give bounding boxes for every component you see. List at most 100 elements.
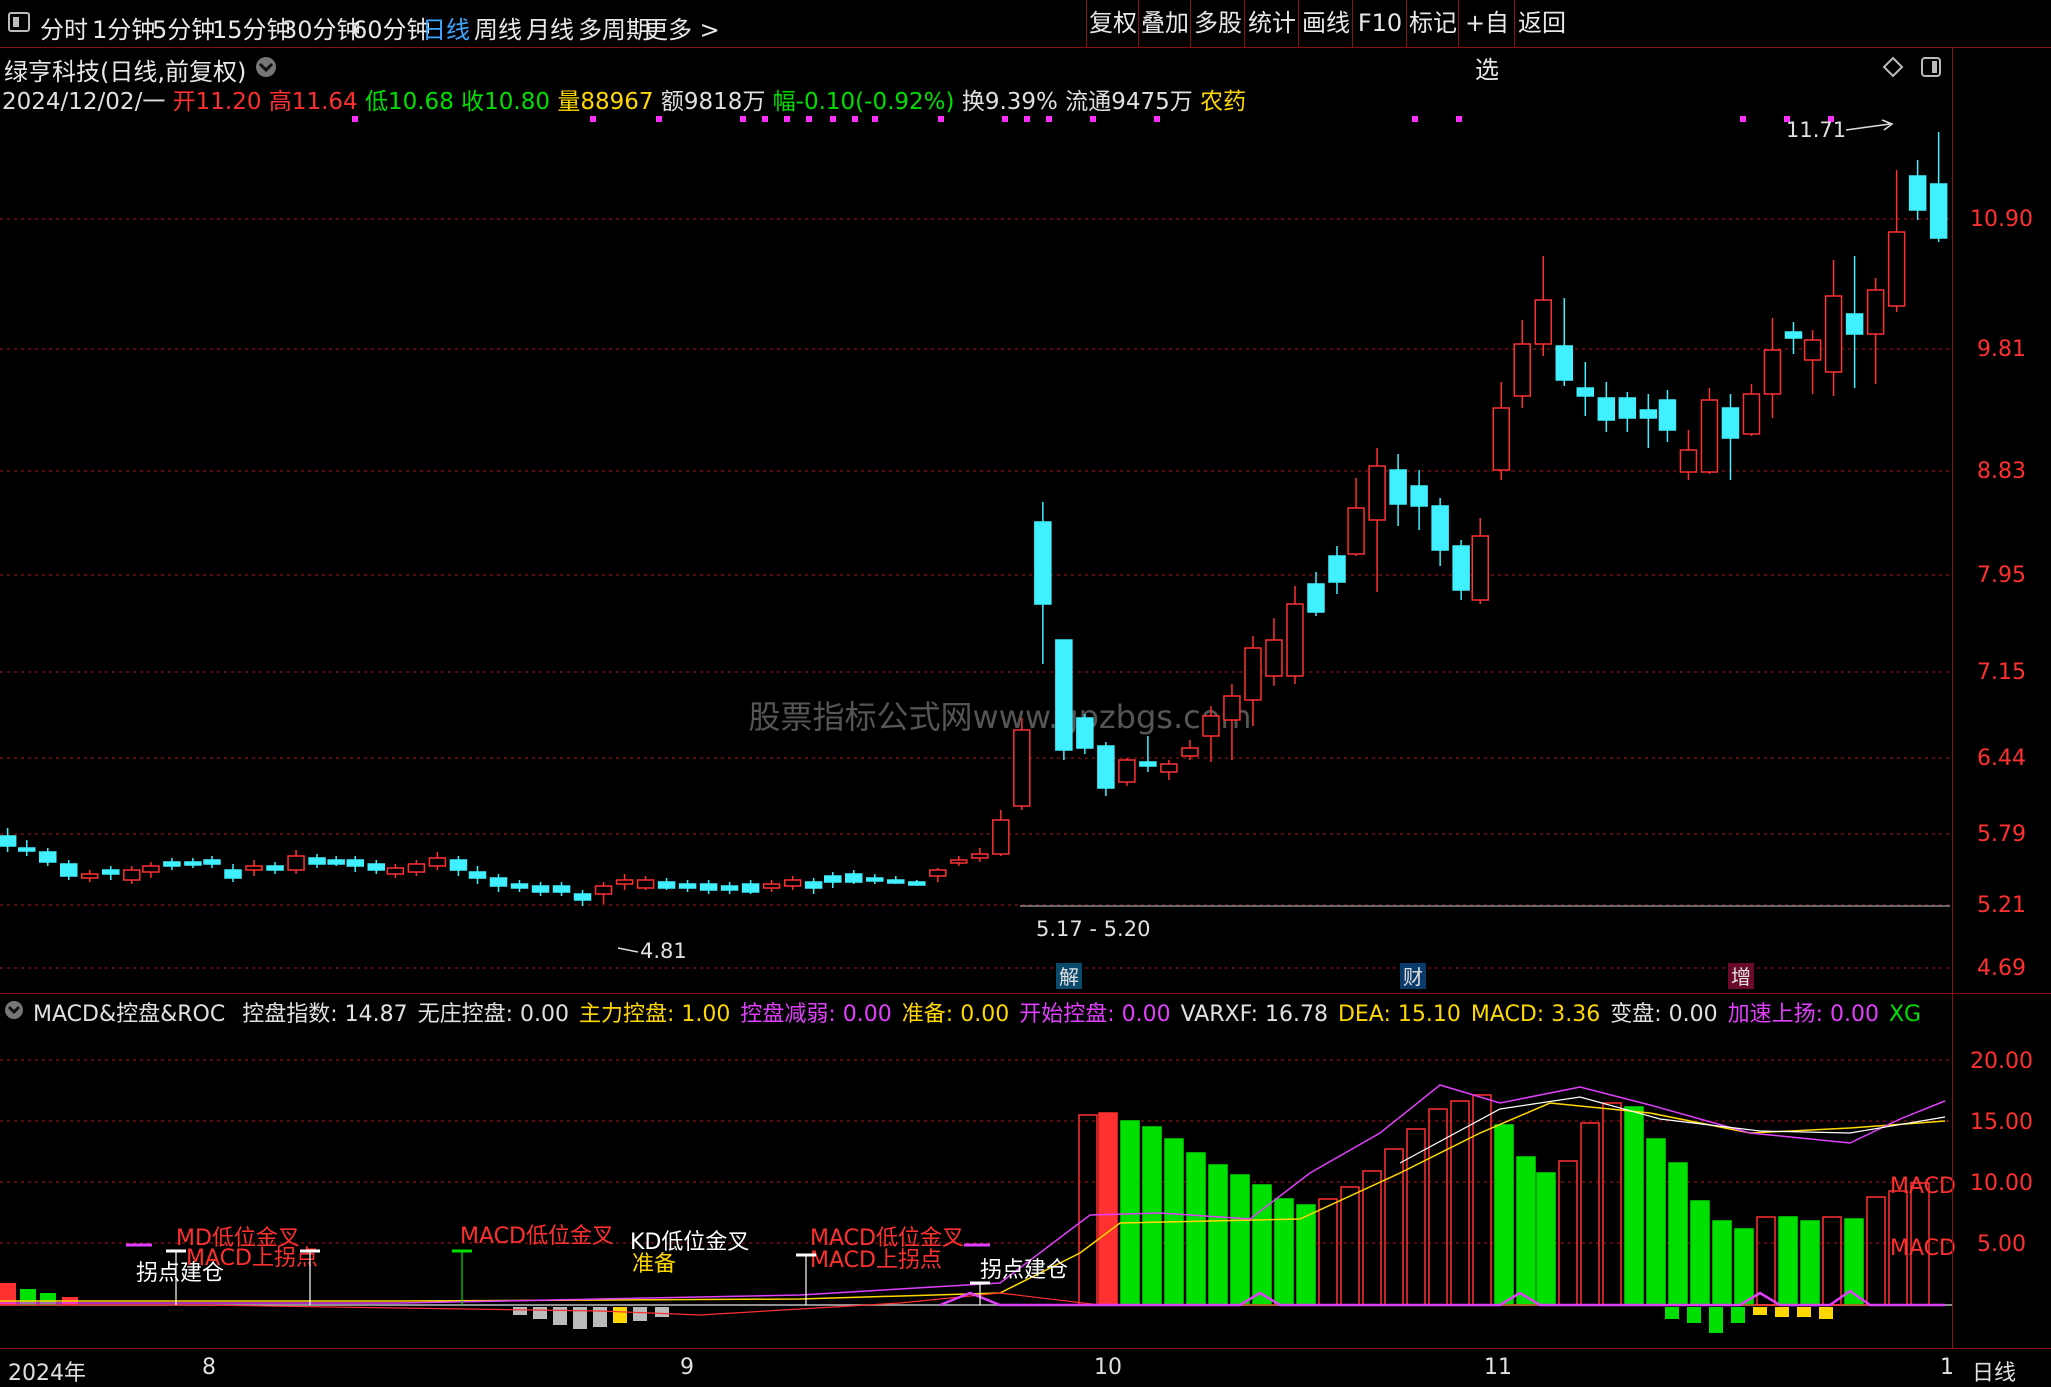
candle-body-69 bbox=[1431, 505, 1449, 551]
candle-body-54 bbox=[1118, 759, 1136, 783]
candle-body-57 bbox=[1181, 747, 1199, 757]
ind-bar-10 bbox=[1296, 1204, 1316, 1306]
candle-body-91 bbox=[1887, 231, 1906, 307]
ind-bar-26 bbox=[1646, 1138, 1666, 1306]
back-button[interactable]: 返回 bbox=[1514, 0, 1569, 47]
signal-label-2: MACD上拐点 bbox=[186, 1246, 318, 1271]
signal-dot-4 bbox=[762, 116, 768, 122]
signal-label-5: 准备 bbox=[632, 1252, 676, 1277]
candle-body-64 bbox=[1328, 555, 1346, 583]
candle-body-2 bbox=[39, 851, 57, 863]
window-menu-icon[interactable] bbox=[8, 12, 30, 32]
candle-body-11 bbox=[224, 869, 242, 879]
candle-body-47 bbox=[971, 853, 989, 859]
period-tab-30min[interactable]: 30分钟 bbox=[282, 10, 361, 45]
candle-body-22 bbox=[449, 859, 468, 871]
candle-body-23 bbox=[468, 871, 487, 879]
signal-dot-11 bbox=[1002, 116, 1008, 122]
signal-dot-17 bbox=[1456, 116, 1462, 122]
price-tick-644: 6.44 bbox=[1977, 746, 2026, 771]
candle-body-60 bbox=[1244, 647, 1262, 701]
candle-body-74 bbox=[1534, 299, 1553, 345]
candle-body-76 bbox=[1576, 387, 1595, 397]
ind-bar-24 bbox=[1602, 1102, 1622, 1306]
ind-bar-1 bbox=[1098, 1112, 1118, 1306]
event-marker-zeng[interactable]: 增 bbox=[1731, 965, 1751, 989]
ind-bar-12 bbox=[1340, 1186, 1360, 1306]
ind-bar-19 bbox=[1494, 1124, 1514, 1306]
ind-bar-34 bbox=[1822, 1216, 1842, 1306]
signal-dot-0 bbox=[352, 116, 358, 122]
high-arrow-icon bbox=[1845, 123, 1891, 131]
price-tick-981: 9.81 bbox=[1977, 337, 2026, 362]
candle-body-68 bbox=[1410, 485, 1428, 507]
f10-button[interactable]: F10 bbox=[1352, 0, 1407, 47]
signal-dot-5 bbox=[784, 116, 790, 122]
candle-body-24 bbox=[489, 877, 508, 887]
ind-neg-bar-14 bbox=[1797, 1307, 1811, 1317]
ind-neg-bar-11 bbox=[1731, 1307, 1745, 1323]
event-marker-jie[interactable]: 解 bbox=[1059, 965, 1079, 989]
ind-neg-bar-13 bbox=[1775, 1307, 1789, 1317]
candle-body-1 bbox=[17, 847, 36, 852]
period-tab-1min[interactable]: 1分钟 bbox=[92, 10, 155, 45]
candle-body-85 bbox=[1763, 349, 1782, 395]
signal-dot-15 bbox=[1154, 116, 1160, 122]
ind-bar-30 bbox=[1734, 1228, 1754, 1306]
add-watchlist-button[interactable]: +自选 bbox=[1458, 0, 1515, 84]
period-tab-5min[interactable]: 5分钟 bbox=[152, 10, 215, 45]
draw-line-button[interactable]: 画线 bbox=[1298, 0, 1353, 47]
period-tab-fenshi[interactable]: 分时 bbox=[40, 10, 88, 45]
period-tab-more[interactable]: 更多 > bbox=[644, 10, 720, 45]
candle-body-59 bbox=[1223, 695, 1241, 721]
multi-stock-button[interactable]: 多股 bbox=[1190, 0, 1245, 47]
price-tick-1090: 10.90 bbox=[1970, 207, 2033, 232]
ind-bar-5 bbox=[1186, 1152, 1206, 1306]
x-label-nov: 11 bbox=[1484, 1355, 1512, 1380]
candle-body-25 bbox=[510, 883, 529, 889]
signal-dot-9 bbox=[872, 116, 878, 122]
candle-body-27 bbox=[552, 885, 571, 893]
range-annotation: 5.17 - 5.20 bbox=[1036, 917, 1150, 941]
macd-indicator-chart[interactable]: 拐点建仓MD低位金叉MACD上拐点MACD低位金叉 KD低位金叉准备MACD低位金… bbox=[0, 993, 2051, 1348]
candle-body-9 bbox=[184, 861, 202, 866]
candle-body-46 bbox=[950, 859, 968, 864]
candle-body-34 bbox=[699, 883, 718, 891]
candle-body-87 bbox=[1803, 339, 1822, 361]
candle-body-31 bbox=[636, 879, 655, 889]
candle-body-44 bbox=[908, 881, 926, 886]
candle-body-37 bbox=[762, 883, 781, 889]
ind-neg-bar-1 bbox=[533, 1307, 547, 1319]
ind-bar-0 bbox=[1078, 1114, 1098, 1306]
ind-neg-bar-12 bbox=[1753, 1307, 1767, 1315]
candle-body-41 bbox=[845, 873, 863, 883]
candle-body-50 bbox=[1034, 521, 1052, 605]
period-tab-monthly[interactable]: 月线 bbox=[526, 10, 574, 45]
ind-bar-8 bbox=[1252, 1184, 1272, 1306]
period-tab-15min[interactable]: 15分钟 bbox=[212, 10, 291, 45]
period-label[interactable]: 日线 bbox=[1972, 1355, 2016, 1387]
candle-body-88 bbox=[1824, 295, 1843, 373]
candle-body-62 bbox=[1286, 603, 1304, 677]
candle-body-32 bbox=[657, 881, 676, 889]
period-tab-weekly[interactable]: 周线 bbox=[474, 10, 522, 45]
candle-body-17 bbox=[346, 859, 365, 867]
period-tab-60min[interactable]: 60分钟 bbox=[352, 10, 431, 45]
period-tab-daily[interactable]: 日线 bbox=[422, 10, 470, 45]
event-marker-cai[interactable]: 财 bbox=[1403, 965, 1423, 989]
candle-body-72 bbox=[1492, 407, 1511, 471]
candle-body-51 bbox=[1055, 639, 1073, 751]
high-annotation: 11.71 bbox=[1786, 118, 1846, 142]
signal-dot-6 bbox=[806, 116, 812, 122]
ind-tick-15: 15.00 bbox=[1970, 1110, 2033, 1135]
period-tab-multi[interactable]: 多周期 bbox=[578, 10, 650, 45]
candle-body-80 bbox=[1658, 399, 1677, 431]
candle-body-67 bbox=[1389, 469, 1407, 505]
overlay-button[interactable]: 叠加 bbox=[1138, 0, 1191, 47]
candlestick-chart[interactable]: 股票指标公式网www.gpzbgs.com 11.71 4.81 5.17 - … bbox=[0, 48, 2051, 993]
ind-bar-3 bbox=[1142, 1126, 1162, 1306]
candle-body-81 bbox=[1679, 449, 1698, 473]
statistics-button[interactable]: 统计 bbox=[1244, 0, 1299, 47]
mark-button[interactable]: 标记 bbox=[1406, 0, 1459, 47]
fuquan-button[interactable]: 复权 bbox=[1086, 0, 1139, 47]
